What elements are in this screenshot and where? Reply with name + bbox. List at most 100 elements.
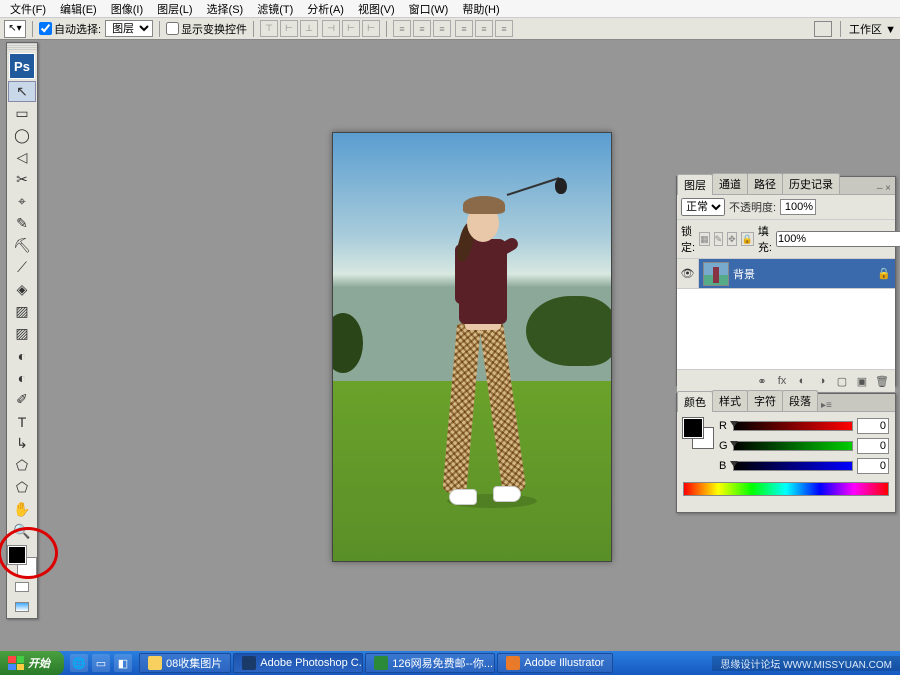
tab-history[interactable]: 历史记录: [782, 173, 840, 194]
eraser-tool[interactable]: ▨: [8, 301, 36, 322]
gradient-tool[interactable]: ▨: [8, 323, 36, 344]
panel-menu-icon[interactable]: ▸≡: [817, 400, 836, 411]
opacity-input[interactable]: [780, 199, 816, 215]
new-layer-icon[interactable]: ▣: [853, 373, 871, 389]
layer-thumbnail[interactable]: [703, 262, 729, 286]
lock-position-icon[interactable]: ✥: [727, 232, 737, 246]
menu-analysis[interactable]: 分析(A): [301, 0, 350, 18]
b-slider[interactable]: [733, 461, 853, 471]
dist-hcenter-icon[interactable]: ≡: [475, 20, 493, 37]
menu-edit[interactable]: 编辑(E): [54, 0, 103, 18]
menu-filter[interactable]: 滤镜(T): [251, 0, 299, 18]
r-slider[interactable]: [733, 421, 853, 431]
menu-select[interactable]: 选择(S): [201, 0, 250, 18]
screen-mode-toggle[interactable]: [8, 598, 36, 616]
quick-mask-toggle[interactable]: [8, 578, 36, 596]
g-input[interactable]: [857, 438, 889, 454]
panel-minimize-icon[interactable]: – ×: [873, 183, 895, 194]
tab-layers[interactable]: 图层: [677, 174, 713, 195]
menu-layer[interactable]: 图层(L): [151, 0, 198, 18]
healing-brush-tool[interactable]: ✎: [8, 213, 36, 234]
dodge-tool[interactable]: ◐: [8, 367, 36, 388]
taskbar-item[interactable]: Adobe Illustrator: [497, 653, 613, 673]
align-hcenter-icon[interactable]: ⊢: [342, 20, 360, 37]
g-slider[interactable]: [733, 441, 853, 451]
show-transform-input[interactable]: [166, 22, 179, 35]
marquee-tool[interactable]: ▭: [8, 103, 36, 124]
history-brush-tool[interactable]: ◈: [8, 279, 36, 300]
adjustment-layer-icon[interactable]: ◑: [813, 373, 831, 389]
menu-window[interactable]: 窗口(W): [403, 0, 455, 18]
b-input[interactable]: [857, 458, 889, 474]
document-canvas[interactable]: [332, 132, 612, 562]
panel-fg-swatch[interactable]: [683, 418, 703, 438]
delete-layer-icon[interactable]: 🗑: [873, 373, 891, 389]
dist-right-icon[interactable]: ≡: [495, 20, 513, 37]
auto-select-target[interactable]: 图层: [105, 20, 153, 37]
dist-bottom-icon[interactable]: ≡: [433, 20, 451, 37]
taskbar-item[interactable]: 126网易免费邮--你...: [365, 653, 495, 673]
quick-launch-icon[interactable]: 🌐: [70, 654, 88, 672]
foreground-color-swatch[interactable]: [8, 546, 26, 564]
lock-transparent-icon[interactable]: ▦: [699, 232, 710, 246]
tab-color[interactable]: 颜色: [677, 391, 713, 412]
dist-left-icon[interactable]: ≡: [455, 20, 473, 37]
clone-stamp-tool[interactable]: ⟋: [8, 257, 36, 278]
menu-image[interactable]: 图像(I): [105, 0, 149, 18]
tool-preset-picker[interactable]: ↖▾: [4, 20, 26, 38]
layer-style-icon[interactable]: fx: [773, 373, 791, 389]
layer-name[interactable]: 背景: [733, 266, 877, 282]
layer-row-background[interactable]: 👁 背景 🔒: [677, 259, 895, 289]
menu-file[interactable]: 文件(F): [4, 0, 52, 18]
lasso-tool[interactable]: ◯: [8, 125, 36, 146]
dist-vcenter-icon[interactable]: ≡: [413, 20, 431, 37]
move-tool[interactable]: ↖: [8, 81, 36, 102]
auto-select-input[interactable]: [39, 22, 52, 35]
shape-tool[interactable]: ⬠: [8, 455, 36, 476]
eyedropper-tool[interactable]: ⌖: [8, 191, 36, 212]
align-top-icon[interactable]: ⊤: [260, 20, 278, 37]
pen-tool[interactable]: ✐: [8, 389, 36, 410]
crop-tool[interactable]: ✂: [8, 169, 36, 190]
tab-character[interactable]: 字符: [747, 390, 783, 411]
notes-tool[interactable]: ⬠: [8, 477, 36, 498]
menu-help[interactable]: 帮助(H): [456, 0, 505, 18]
taskbar-item[interactable]: Adobe Photoshop C...: [233, 653, 363, 673]
link-layers-icon[interactable]: ⚭: [753, 373, 771, 389]
menu-view[interactable]: 视图(V): [352, 0, 401, 18]
workspace-menu[interactable]: 工作区 ▼: [849, 21, 896, 37]
color-spectrum[interactable]: [683, 482, 889, 496]
quick-launch-icon[interactable]: ◧: [114, 654, 132, 672]
dist-top-icon[interactable]: ≡: [393, 20, 411, 37]
fill-input[interactable]: [776, 231, 900, 247]
r-input[interactable]: [857, 418, 889, 434]
toolbox-grip[interactable]: [7, 43, 37, 51]
start-button[interactable]: 开始: [0, 651, 64, 675]
layer-list[interactable]: 👁 背景 🔒: [677, 259, 895, 369]
show-transform-checkbox[interactable]: 显示变换控件: [166, 21, 247, 37]
align-bottom-icon[interactable]: ⊥: [300, 20, 318, 37]
tab-paths[interactable]: 路径: [747, 173, 783, 194]
align-right-icon[interactable]: ⊢: [362, 20, 380, 37]
path-select-tool[interactable]: ↳: [8, 433, 36, 454]
layer-group-icon[interactable]: ▢: [833, 373, 851, 389]
taskbar-item[interactable]: 08收集图片: [139, 653, 231, 673]
hand-tool[interactable]: ✋: [8, 499, 36, 520]
tab-channels[interactable]: 通道: [712, 173, 748, 194]
tab-swatches[interactable]: 样式: [712, 390, 748, 411]
tab-paragraph[interactable]: 段落: [782, 390, 818, 411]
blend-mode-select[interactable]: 正常: [681, 198, 725, 216]
quick-select-tool[interactable]: ◁: [8, 147, 36, 168]
auto-select-checkbox[interactable]: 自动选择:: [39, 21, 101, 37]
align-left-icon[interactable]: ⊣: [322, 20, 340, 37]
quick-launch-icon[interactable]: ▭: [92, 654, 110, 672]
lock-all-icon[interactable]: 🔒: [741, 232, 754, 246]
type-tool[interactable]: T: [8, 411, 36, 432]
lock-pixels-icon[interactable]: ✎: [714, 232, 724, 246]
brush-tool[interactable]: ⛏: [8, 235, 36, 256]
go-to-bridge-icon[interactable]: [814, 21, 832, 37]
layer-mask-icon[interactable]: ◐: [793, 373, 811, 389]
zoom-tool[interactable]: 🔍: [8, 521, 36, 542]
layer-visibility-icon[interactable]: 👁: [677, 259, 699, 288]
align-vcenter-icon[interactable]: ⊢: [280, 20, 298, 37]
